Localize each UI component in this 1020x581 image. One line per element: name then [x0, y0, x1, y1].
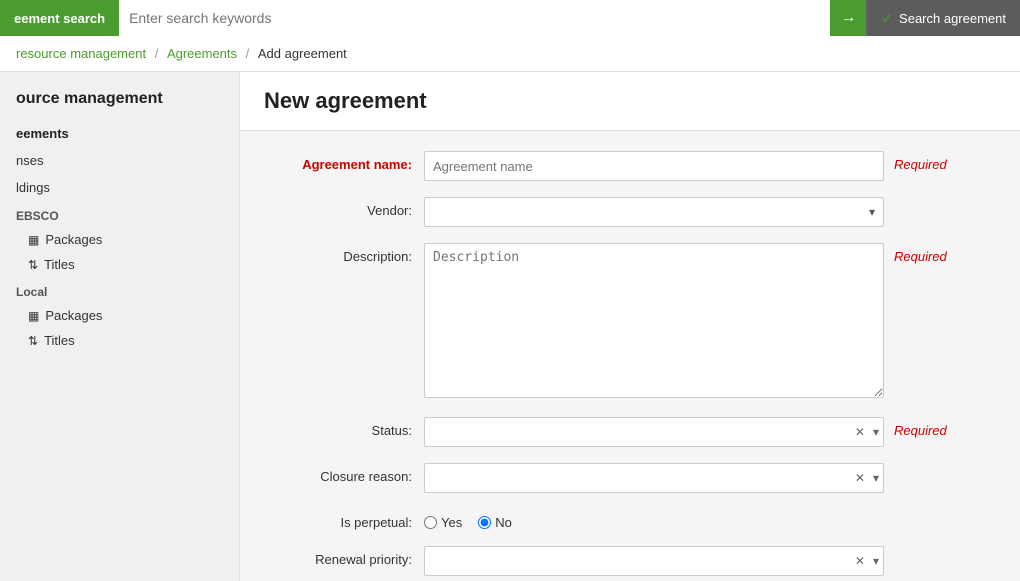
- agreement-name-label: Agreement name:: [264, 151, 424, 172]
- sidebar-item-holdings[interactable]: ldings: [0, 174, 239, 201]
- description-field: [424, 243, 884, 401]
- description-row: Description: Required: [264, 243, 996, 401]
- no-radio[interactable]: [478, 516, 491, 529]
- renewal-priority-chevron-button[interactable]: ▾: [869, 546, 883, 576]
- search-agreement-button[interactable]: ✓ Search agreement: [866, 0, 1020, 36]
- sidebar-title: ource management: [0, 82, 239, 120]
- closure-reason-clear-button[interactable]: ✕: [851, 463, 869, 493]
- status-chevron-button[interactable]: ▾: [869, 417, 883, 447]
- search-label: eement search: [0, 0, 119, 36]
- titles-icon: ⇅: [28, 258, 38, 272]
- closure-reason-label: Closure reason:: [264, 463, 424, 484]
- status-row: Status: ✕ ▾ Required: [264, 417, 996, 447]
- vendor-input[interactable]: [425, 201, 861, 224]
- no-radio-label[interactable]: No: [478, 515, 512, 530]
- sidebar-item-local-titles[interactable]: ⇅ Titles: [0, 328, 239, 353]
- closure-reason-field: ✕ ▾: [424, 463, 884, 493]
- description-input[interactable]: [424, 243, 884, 398]
- is-perpetual-field: Yes No: [424, 509, 884, 530]
- sidebar: ource management eements nses ldings EBS…: [0, 72, 240, 581]
- breadcrumb-link-agreements[interactable]: Agreements: [167, 46, 237, 61]
- closure-reason-select[interactable]: ✕ ▾: [424, 463, 884, 493]
- renewal-priority-field: ✕ ▾: [424, 546, 884, 576]
- sidebar-item-ebsco-packages[interactable]: ▦ Packages: [0, 227, 239, 252]
- vendor-label: Vendor:: [264, 197, 424, 218]
- search-input[interactable]: [119, 0, 830, 36]
- vendor-row: Vendor: ▾: [264, 197, 996, 227]
- renewal-priority-clear-button[interactable]: ✕: [851, 546, 869, 576]
- check-icon: ✓: [881, 10, 893, 27]
- agreement-name-input[interactable]: [424, 151, 884, 181]
- agreement-name-field: [424, 151, 884, 181]
- breadcrumb-link-resource[interactable]: resource management: [16, 46, 146, 61]
- agreement-name-row: Agreement name: Required: [264, 151, 996, 181]
- status-label: Status:: [264, 417, 424, 438]
- breadcrumb-sep-2: /: [246, 46, 253, 61]
- chevron-down-icon: ▾: [861, 205, 883, 219]
- closure-reason-chevron-button[interactable]: ▾: [869, 463, 883, 493]
- agreement-name-required: Required: [894, 151, 947, 172]
- page-header: New agreement: [240, 72, 1020, 131]
- sidebar-item-agreements[interactable]: eements: [0, 120, 239, 147]
- description-label: Description:: [264, 243, 424, 264]
- description-required: Required: [894, 243, 947, 264]
- is-perpetual-row: Is perpetual: Yes No: [264, 509, 996, 530]
- sidebar-item-local-packages[interactable]: ▦ Packages: [0, 303, 239, 328]
- breadcrumb: resource management / Agreements / Add a…: [0, 36, 1020, 72]
- is-perpetual-label: Is perpetual:: [264, 509, 424, 530]
- sidebar-item-licenses[interactable]: nses: [0, 147, 239, 174]
- status-clear-button[interactable]: ✕: [851, 417, 869, 447]
- renewal-priority-label: Renewal priority:: [264, 546, 424, 567]
- local-packages-icon: ▦: [28, 309, 39, 323]
- renewal-priority-input[interactable]: [425, 550, 851, 573]
- breadcrumb-sep-1: /: [155, 46, 162, 61]
- search-go-button[interactable]: →: [830, 0, 866, 36]
- packages-icon: ▦: [28, 233, 39, 247]
- sidebar-section-ebsco: EBSCO: [0, 201, 239, 227]
- renewal-priority-row: Renewal priority: ✕ ▾: [264, 546, 996, 576]
- arrow-right-icon: →: [840, 9, 856, 27]
- status-field: ✕ ▾: [424, 417, 884, 447]
- closure-reason-row: Closure reason: ✕ ▾: [264, 463, 996, 493]
- form-container: Agreement name: Required Vendor: ▾ Des: [240, 131, 1020, 581]
- local-titles-icon: ⇅: [28, 334, 38, 348]
- sidebar-section-local: Local: [0, 277, 239, 303]
- vendor-select[interactable]: ▾: [424, 197, 884, 227]
- renewal-priority-select[interactable]: ✕ ▾: [424, 546, 884, 576]
- closure-reason-input[interactable]: [425, 467, 851, 490]
- main-content: New agreement Agreement name: Required V…: [240, 72, 1020, 581]
- breadcrumb-current: Add agreement: [258, 46, 347, 61]
- status-required: Required: [894, 417, 947, 438]
- status-input[interactable]: [425, 421, 851, 444]
- status-select[interactable]: ✕ ▾: [424, 417, 884, 447]
- top-bar: eement search → ✓ Search agreement: [0, 0, 1020, 36]
- yes-radio[interactable]: [424, 516, 437, 529]
- yes-radio-label[interactable]: Yes: [424, 515, 462, 530]
- is-perpetual-radio-group: Yes No: [424, 509, 884, 530]
- layout: ource management eements nses ldings EBS…: [0, 72, 1020, 581]
- page-title: New agreement: [264, 88, 996, 114]
- vendor-field: ▾: [424, 197, 884, 227]
- sidebar-item-ebsco-titles[interactable]: ⇅ Titles: [0, 252, 239, 277]
